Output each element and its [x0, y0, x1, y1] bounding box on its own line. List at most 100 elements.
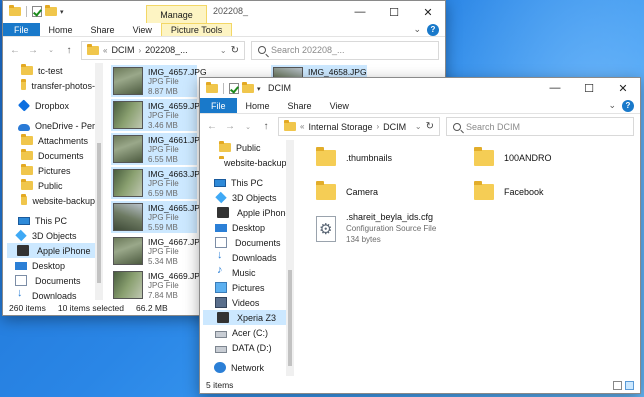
address-bar[interactable]: « Internal Storage › DCIM ⌄ ↻	[278, 117, 440, 136]
nav-item-apple-iphone[interactable]: Apple iPhone	[7, 243, 95, 258]
maximize-button[interactable]: ☐	[572, 78, 606, 98]
nav-item-this-pc[interactable]: This PC	[203, 175, 286, 190]
nav-item-onedrive[interactable]: OneDrive - Person	[7, 118, 95, 133]
nav-item-downloads[interactable]: Downloads	[203, 250, 286, 265]
documents-icon	[215, 237, 227, 248]
close-button[interactable]: ✕	[606, 78, 640, 98]
back-arrow-icon[interactable]: ←	[206, 121, 218, 132]
breadcrumb-dcim[interactable]: DCIM	[383, 122, 406, 132]
file-tile[interactable]: IMG_4663.JPG JPG File 6.59 MB	[111, 167, 207, 199]
help-icon[interactable]: ?	[427, 23, 439, 36]
tab-file[interactable]: File	[200, 98, 237, 113]
address-bar[interactable]: « DCIM › 202208_... ⌄ ↻	[81, 40, 245, 60]
tab-share[interactable]: Share	[82, 23, 124, 36]
nav-item-xperia-z3[interactable]: Xperia Z3	[203, 310, 286, 325]
folder-item[interactable]: Camera	[316, 181, 378, 200]
tab-home[interactable]: Home	[237, 98, 279, 113]
nav-item-attachments[interactable]: Attachments	[7, 133, 95, 148]
explorer-window-dcim[interactable]: ▾ DCIM — ☐ ✕ File Home Share View ⌄ ? ← …	[199, 77, 641, 394]
nav-item-acer-c[interactable]: Acer (C:)	[203, 325, 286, 340]
address-dropdown-icon[interactable]: ⌄	[415, 122, 422, 131]
file-tile[interactable]: IMG_4665.JPG JPG File 5.59 MB	[111, 201, 207, 233]
nav-item-documents[interactable]: Documents	[7, 273, 95, 288]
quick-access-dropdown-icon[interactable]: ▾	[257, 85, 261, 93]
search-box[interactable]: Search 202208_...	[251, 40, 439, 60]
nav-item-public[interactable]: Public	[7, 178, 95, 193]
refresh-icon[interactable]: ↻	[426, 121, 434, 132]
breadcrumb-internal-storage[interactable]: Internal Storage	[308, 122, 372, 132]
nav-item-desktop[interactable]: Desktop	[203, 220, 286, 235]
folder-item[interactable]: 100ANDRO	[474, 147, 552, 166]
nav-label: Pictures	[38, 165, 71, 176]
search-box[interactable]: Search DCIM	[446, 117, 634, 136]
file-item[interactable]: .shareit_beyla_ids.cfg Configuration Sou…	[316, 212, 436, 245]
refresh-icon[interactable]: ↻	[231, 45, 239, 56]
nav-item-data-d[interactable]: DATA (D:)	[203, 340, 286, 355]
nav-item-3d-objects[interactable]: 3D Objects	[203, 190, 286, 205]
maximize-button[interactable]: ☐	[377, 1, 411, 23]
properties-icon[interactable]	[229, 83, 239, 94]
help-icon[interactable]: ?	[622, 99, 634, 112]
breadcrumb-202208[interactable]: 202208_...	[145, 45, 188, 55]
scrollbar-thumb[interactable]	[288, 270, 292, 366]
up-arrow-icon[interactable]: ↑	[260, 121, 272, 132]
tab-picture-tools[interactable]: Picture Tools	[160, 23, 233, 36]
nav-item-3d-objects[interactable]: 3D Objects	[7, 228, 95, 243]
title-bar[interactable]: ▾ DCIM — ☐ ✕	[200, 78, 640, 98]
tab-file[interactable]: File	[3, 23, 40, 36]
nav-item-this-pc[interactable]: This PC	[7, 213, 95, 228]
nav-item-apple-iphone[interactable]: Apple iPhone	[203, 205, 286, 220]
nav-item-documents[interactable]: Documents	[203, 235, 286, 250]
tab-view[interactable]: View	[124, 23, 161, 36]
nav-item-desktop[interactable]: Desktop	[7, 258, 95, 273]
ribbon-expand-icon[interactable]: ⌄	[608, 100, 616, 111]
tab-view[interactable]: View	[321, 98, 358, 113]
quick-access-dropdown-icon[interactable]: ▾	[60, 8, 64, 16]
tab-manage[interactable]: Manage	[146, 5, 207, 23]
folder-item[interactable]: Facebook	[474, 181, 544, 200]
file-tile[interactable]: IMG_4657.JPG JPG File 8.87 MB	[111, 65, 207, 97]
new-folder-icon[interactable]	[45, 5, 57, 16]
folder-item[interactable]: .thumbnails	[316, 147, 392, 166]
nav-item-network[interactable]: Network	[203, 360, 286, 375]
breadcrumb-overflow[interactable]: «	[300, 122, 304, 131]
scrollbar-thumb[interactable]	[97, 143, 101, 283]
ribbon-expand-icon[interactable]: ⌄	[413, 24, 421, 35]
tab-share[interactable]: Share	[279, 98, 321, 113]
tab-home[interactable]: Home	[40, 23, 82, 36]
breadcrumb-overflow[interactable]: «	[103, 46, 107, 55]
forward-arrow-icon[interactable]: →	[224, 121, 236, 132]
file-tile[interactable]: IMG_4661.JPG JPG File 6.55 MB	[111, 133, 207, 165]
properties-icon[interactable]	[32, 6, 42, 17]
nav-pane-scrollbar[interactable]	[95, 63, 103, 301]
nav-item-dropbox[interactable]: Dropbox	[7, 98, 95, 113]
nav-item-public[interactable]: Public	[203, 140, 286, 155]
breadcrumb-dcim[interactable]: DCIM	[111, 45, 134, 55]
minimize-button[interactable]: —	[343, 1, 377, 23]
new-folder-icon[interactable]	[242, 82, 254, 93]
file-tile[interactable]: IMG_4659.JPG JPG File 3.46 MB	[111, 99, 207, 131]
nav-item-videos[interactable]: Videos	[203, 295, 286, 310]
recent-dropdown-icon[interactable]: ⌄	[242, 123, 254, 131]
back-arrow-icon[interactable]: ←	[9, 45, 21, 56]
nav-item-pictures[interactable]: Pictures	[203, 280, 286, 295]
nav-item-website-backup[interactable]: website-backup	[203, 155, 286, 170]
nav-item-documents-onedrive[interactable]: Documents	[7, 148, 95, 163]
nav-pane-scrollbar[interactable]	[286, 140, 294, 376]
up-arrow-icon[interactable]: ↑	[63, 45, 75, 56]
nav-item-tc-test[interactable]: tc-test	[7, 63, 95, 78]
file-tile[interactable]: IMG_4667.JPG JPG File 5.34 MB	[111, 235, 207, 267]
close-button[interactable]: ✕	[411, 1, 445, 23]
title-bar[interactable]: ▾ 202208_ — ☐ ✕	[3, 1, 445, 23]
tiles-view-icon[interactable]	[625, 380, 634, 390]
details-view-icon[interactable]	[613, 380, 622, 390]
nav-item-website-backup[interactable]: website-backup	[7, 193, 95, 208]
address-dropdown-icon[interactable]: ⌄	[220, 46, 227, 55]
recent-dropdown-icon[interactable]: ⌄	[45, 46, 57, 54]
nav-item-pictures-onedrive[interactable]: Pictures	[7, 163, 95, 178]
nav-item-music[interactable]: Music	[203, 265, 286, 280]
nav-item-transfer-photos[interactable]: transfer-photos-	[7, 78, 95, 93]
file-tile[interactable]: IMG_4669.JPG JPG File 7.84 MB	[111, 269, 207, 301]
minimize-button[interactable]: —	[538, 78, 572, 98]
forward-arrow-icon[interactable]: →	[27, 45, 39, 56]
